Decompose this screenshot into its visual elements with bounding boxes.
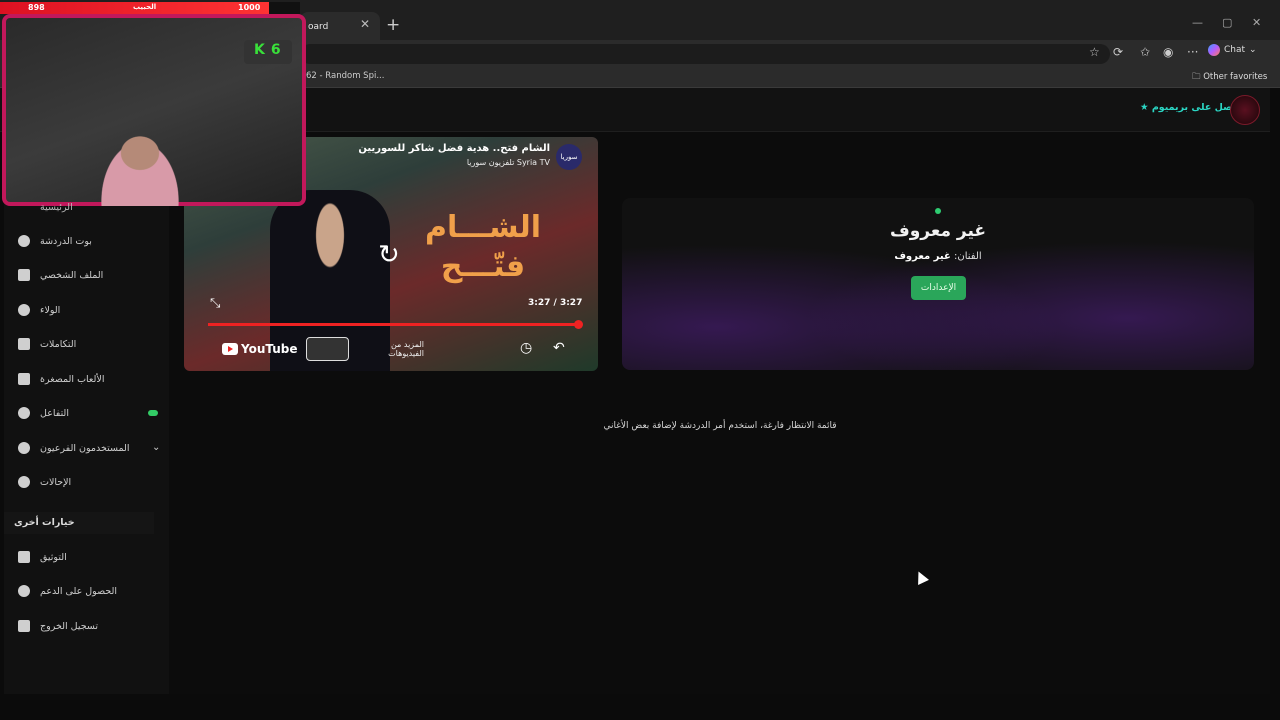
video-thumbnail	[306, 337, 350, 361]
bookmark-item[interactable]: 62 - Random Spi...	[306, 71, 384, 81]
star-icon: ★	[1140, 102, 1149, 113]
folder-icon: 🗀	[1192, 72, 1204, 82]
sidebar-item-chatbot[interactable]: بوت الدردشة	[18, 230, 92, 252]
progress-knob[interactable]	[574, 320, 583, 329]
sidebar-item-interaction[interactable]: التفاعل	[18, 402, 69, 424]
maximize-icon[interactable]: ▢	[1222, 16, 1232, 29]
more-videos-button[interactable]: المزيد من الفيديوهات	[306, 336, 424, 362]
sidebar-item-label: التوثيق	[40, 551, 67, 563]
kick-icon: K	[254, 42, 265, 58]
now-playing-title: غير معروف	[889, 221, 987, 241]
avatar[interactable]	[1230, 95, 1260, 125]
gamepad-icon	[18, 373, 30, 385]
sidebar-item-label: المستخدمون الفرعيون	[40, 442, 130, 454]
youtube-label: YouTube	[241, 342, 298, 356]
chevron-down-icon[interactable]: ⌄	[152, 442, 160, 453]
tab-close-icon[interactable]: ✕	[360, 17, 370, 31]
integrations-icon	[18, 338, 30, 350]
health-name: الحبيب	[133, 3, 157, 11]
channel-logo[interactable]: سوريا	[556, 144, 582, 170]
clock-icon[interactable]: ◷	[520, 340, 532, 356]
video-overlay-text: الشـــام فتّـــح	[424, 210, 542, 284]
help-icon	[18, 585, 30, 597]
youtube-logo[interactable]: YouTube	[222, 342, 298, 356]
sidebar-section-title: خيارات أخرى	[4, 512, 154, 534]
sidebar-item-profile[interactable]: الملف الشخصي	[18, 264, 103, 286]
queue-empty-message: قائمة الانتظار فارغة، استخدم أمر الدردشة…	[603, 421, 837, 431]
sidebar-item-subusers[interactable]: المستخدمون الفرعيون	[18, 437, 129, 459]
users-icon	[18, 442, 30, 454]
sidebar-item-logout[interactable]: تسجيل الخروج	[18, 615, 98, 637]
bot-icon	[18, 235, 30, 247]
sidebar-item-home[interactable]: الرئيسية	[40, 202, 73, 213]
music-note-icon	[18, 407, 30, 419]
sidebar-item-label: تسجيل الخروج	[40, 620, 98, 632]
more-videos-label: المزيد من الفيديوهات	[388, 340, 424, 358]
tab-title: oard	[308, 22, 329, 32]
chat-button[interactable]: Chat ⌄	[1208, 44, 1257, 56]
other-favorites-link[interactable]: 🗀 Other favorites	[1192, 71, 1267, 85]
sidebar-item-label: الألعاب المصغرة	[40, 373, 105, 385]
more-menu-icon[interactable]: ···	[1187, 45, 1198, 59]
favorites-icon[interactable]: ✩	[1140, 45, 1150, 59]
sidebar-item-integrations[interactable]: التكاملات	[18, 333, 76, 355]
other-favorites-label: Other favorites	[1203, 72, 1268, 82]
replay-icon[interactable]: ↻	[378, 240, 400, 270]
sidebar-item-label: الإحالات	[40, 476, 72, 488]
status-dot	[935, 208, 941, 214]
premium-link[interactable]: احصل على بريميوم ★	[1140, 102, 1243, 113]
health-max: 1000	[238, 3, 261, 12]
video-channel[interactable]: Syria TV تلفزيون سوريا	[440, 158, 550, 167]
expand-icon[interactable]: ⤡	[210, 296, 220, 311]
sidebar-item-label: التفاعل	[40, 407, 69, 419]
kick-count: 6	[270, 42, 281, 58]
logout-icon	[18, 620, 30, 632]
minimize-icon[interactable]: —	[1192, 16, 1203, 29]
profile-icon[interactable]: ◉	[1163, 45, 1173, 59]
copilot-icon	[1208, 44, 1220, 56]
address-input[interactable]	[300, 44, 1110, 64]
sidebar-item-minigames[interactable]: الألعاب المصغرة	[18, 368, 104, 390]
scroll-icon	[18, 551, 30, 563]
chat-label: Chat	[1224, 45, 1246, 55]
extension-icon[interactable]: ⟳	[1113, 45, 1123, 59]
sidebar-item-label: الحصول على الدعم	[40, 585, 117, 597]
active-indicator	[148, 410, 158, 416]
webcam-feed	[80, 110, 200, 206]
sidebar-item-label: الملف الشخصي	[40, 269, 104, 281]
premium-label: احصل على بريميوم	[1151, 102, 1243, 113]
now-playing-artist: الفنان: غير معروف	[860, 251, 1016, 262]
referrals-icon	[18, 476, 30, 488]
video-title[interactable]: الشام فتح.. هدية فضل شاكر للسوريين	[340, 143, 550, 154]
window-close-icon[interactable]: ✕	[1252, 16, 1261, 29]
profile-card-icon	[18, 269, 30, 281]
sidebar-item-support[interactable]: الحصول على الدعم	[18, 580, 117, 602]
sidebar: بوت الدردشة الملف الشخصي الولاء التكاملا…	[4, 132, 169, 694]
kick-badge: K6	[244, 40, 292, 64]
sidebar-item-label: الولاء	[40, 304, 61, 316]
health-value: 898	[28, 3, 45, 12]
trophy-icon	[18, 304, 30, 316]
video-progress-bar[interactable]	[208, 323, 578, 326]
artist-value: غير معروف	[894, 251, 951, 262]
artist-label: الفنان:	[954, 251, 982, 262]
sidebar-item-referrals[interactable]: الإحالات	[18, 471, 71, 493]
chevron-down-icon: ⌄	[1249, 45, 1257, 55]
share-icon[interactable]: ↶	[553, 340, 565, 356]
sidebar-item-label: التكاملات	[40, 338, 77, 350]
star-icon[interactable]: ☆	[1089, 45, 1100, 59]
sidebar-item-label: بوت الدردشة	[40, 235, 92, 247]
youtube-icon	[222, 343, 238, 355]
new-tab-icon[interactable]: +	[386, 15, 400, 35]
sidebar-item-loyalty[interactable]: الولاء	[18, 299, 60, 321]
sidebar-item-docs[interactable]: التوثيق	[18, 546, 67, 568]
video-time: 3:27 / 3:27	[528, 298, 583, 308]
settings-button[interactable]: الإعدادات	[911, 276, 966, 300]
